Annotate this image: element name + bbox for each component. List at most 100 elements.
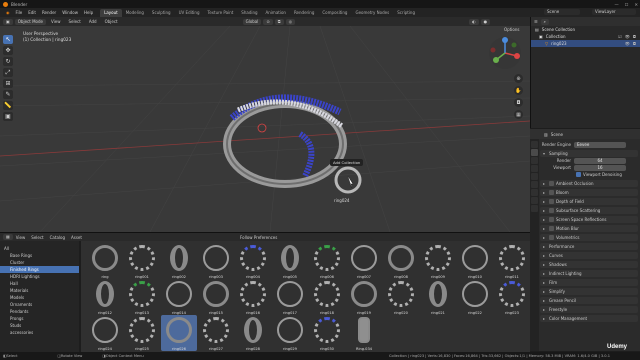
options-button[interactable]: Options: [504, 27, 519, 32]
camera-icon[interactable]: ◘: [514, 98, 523, 107]
checkbox-icon[interactable]: [549, 190, 554, 195]
scene-tab-icon[interactable]: [531, 173, 538, 180]
menu-select[interactable]: Select: [65, 19, 83, 24]
asset-thumbnail[interactable]: ring002: [161, 243, 197, 279]
camera-icon[interactable]: ◘: [633, 33, 636, 40]
asset-browser-editor-icon[interactable]: ▦: [3, 234, 13, 240]
tab-animation[interactable]: Animation: [262, 9, 290, 17]
view-layer-tab-icon[interactable]: [531, 165, 538, 172]
panel-header-motion-blur[interactable]: ▸ Motion Blur: [540, 225, 638, 232]
sampling-panel-header[interactable]: ▾ Sampling: [540, 150, 638, 157]
overlay-icon[interactable]: ◐: [469, 18, 479, 25]
asset-thumbnail[interactable]: ring009: [420, 243, 456, 279]
catalog-item[interactable]: Hall: [0, 280, 79, 287]
ab-menu-select[interactable]: Select: [28, 235, 46, 240]
catalog-item[interactable]: accessories: [0, 329, 79, 336]
checkbox-checked-icon[interactable]: [576, 172, 581, 177]
asset-thumbnail[interactable]: ring024: [87, 315, 123, 351]
annotate-icon[interactable]: ✎: [3, 90, 13, 99]
menu-view[interactable]: View: [48, 19, 64, 24]
panel-header-volumetrics[interactable]: ▸ Volumetrics: [540, 234, 638, 241]
editor-type-icon[interactable]: ▣: [3, 18, 13, 25]
3d-viewport[interactable]: [0, 26, 530, 232]
measure-icon[interactable]: 📏: [3, 101, 13, 110]
object-mode-dropdown[interactable]: Object Mode: [14, 18, 46, 25]
panel-header-indirect-lighting[interactable]: ▸ Indirect Lighting: [540, 270, 638, 277]
menu-object[interactable]: Object: [102, 19, 121, 24]
asset-thumbnail[interactable]: ring030: [309, 315, 345, 351]
asset-thumbnail[interactable]: ring025: [124, 315, 160, 351]
tab-layout[interactable]: Layout: [100, 8, 122, 17]
catalog-item[interactable]: All: [0, 245, 79, 252]
panel-header-ambient-occlusion[interactable]: ▸ Ambient Occlusion: [540, 180, 638, 187]
tab-uv-editing[interactable]: UV Editing: [175, 9, 204, 17]
scale-icon[interactable]: ⤢: [3, 68, 13, 77]
add-cube-icon[interactable]: ▣: [3, 112, 13, 121]
asset-thumbnail[interactable]: ring029: [272, 315, 308, 351]
cursor-select-icon[interactable]: ↖: [3, 35, 13, 44]
outliner-collection[interactable]: ▣ Collection ☑ 👁 ◘: [531, 33, 640, 40]
proportional-edit-icon[interactable]: ◎: [285, 18, 296, 25]
tab-scripting[interactable]: Scripting: [393, 9, 419, 17]
pan-hand-icon[interactable]: ✋: [514, 86, 523, 95]
ab-menu-asset[interactable]: Asset: [68, 235, 85, 240]
menu-help[interactable]: Help: [81, 8, 96, 17]
transform-orientation-dropdown[interactable]: Global: [242, 18, 262, 25]
camera-icon[interactable]: ◘: [633, 40, 636, 47]
panel-header-film[interactable]: ▸ Film: [540, 279, 638, 286]
panel-header-subsurface-scattering[interactable]: ▸ Subsurface Scattering: [540, 207, 638, 214]
asset-thumbnail[interactable]: ring014: [161, 279, 197, 315]
asset-thumbnail[interactable]: ring006: [309, 243, 345, 279]
catalog-item[interactable]: Pendants: [0, 308, 79, 315]
checkbox-icon[interactable]: ☑: [618, 33, 622, 40]
catalog-item[interactable]: Ornaments: [0, 301, 79, 308]
menu-render[interactable]: Render: [39, 8, 59, 17]
tab-shading[interactable]: Shading: [237, 9, 261, 17]
maximize-button[interactable]: ☐: [625, 2, 629, 7]
catalog-item[interactable]: Base Rings: [0, 252, 79, 259]
panel-header-simplify[interactable]: ▸ Simplify: [540, 288, 638, 295]
panel-header-screen-space-reflections[interactable]: ▸ Screen Space Reflections: [540, 216, 638, 223]
outliner-object-row[interactable]: ▽ ring023 👁 ◘: [531, 40, 640, 47]
menu-edit[interactable]: Edit: [25, 8, 39, 17]
viewport-denoising-row[interactable]: Viewport Denoising: [540, 171, 638, 178]
eye-icon[interactable]: 👁: [625, 40, 630, 47]
checkbox-icon[interactable]: [549, 181, 554, 186]
asset-thumbnail[interactable]: ring: [87, 243, 123, 279]
tab-texture-paint[interactable]: Texture Paint: [203, 9, 237, 17]
catalog-item[interactable]: Prongs: [0, 315, 79, 322]
outliner-scene-collection[interactable]: ▤ Scene Collection: [531, 26, 640, 33]
rotate-icon[interactable]: ↻: [3, 57, 13, 66]
asset-thumbnail[interactable]: ring026: [161, 315, 197, 351]
tab-compositing[interactable]: Compositing: [318, 9, 351, 17]
asset-thumbnail[interactable]: ring010: [457, 243, 493, 279]
zoom-icon[interactable]: ⊕: [514, 74, 523, 83]
catalog-item[interactable]: Studs: [0, 322, 79, 329]
catalog-item[interactable]: Models: [0, 294, 79, 301]
panel-header-curves[interactable]: ▸ Curves: [540, 252, 638, 259]
asset-thumbnail[interactable]: ring020: [383, 279, 419, 315]
checkbox-icon[interactable]: [549, 208, 554, 213]
asset-thumbnail[interactable]: ring016: [235, 279, 271, 315]
panel-header-freestyle[interactable]: ▸ Freestyle: [540, 306, 638, 313]
asset-thumbnail[interactable]: ring005: [272, 243, 308, 279]
catalog-item[interactable]: Cluster: [0, 259, 79, 266]
navigation-gizmo[interactable]: [488, 36, 522, 70]
grid-view-icon[interactable]: ▦: [514, 110, 523, 119]
tab-geometry-nodes[interactable]: Geometry Nodes: [351, 9, 393, 17]
world-tab-icon[interactable]: [531, 181, 538, 188]
asset-thumbnail[interactable]: ring028: [235, 315, 271, 351]
panel-header-grease-pencil[interactable]: ▸ Grease Pencil: [540, 297, 638, 304]
asset-thumbnail[interactable]: Ring.034: [346, 315, 382, 351]
asset-thumbnail[interactable]: ring019: [346, 279, 382, 315]
asset-thumbnail[interactable]: ring022: [457, 279, 493, 315]
asset-thumbnail[interactable]: ring017: [272, 279, 308, 315]
panel-header-shadows[interactable]: ▸ Shadows: [540, 261, 638, 268]
asset-library-dropdown[interactable]: Follow Preferences: [240, 235, 277, 240]
shading-mode-icon[interactable]: ●: [480, 18, 491, 25]
asset-thumbnail[interactable]: ring023: [494, 279, 530, 315]
tool-tab-icon[interactable]: [531, 141, 538, 148]
move-icon[interactable]: ✥: [3, 46, 13, 55]
render-engine-dropdown[interactable]: Eevee: [574, 141, 626, 148]
tab-modeling[interactable]: Modeling: [122, 9, 148, 17]
